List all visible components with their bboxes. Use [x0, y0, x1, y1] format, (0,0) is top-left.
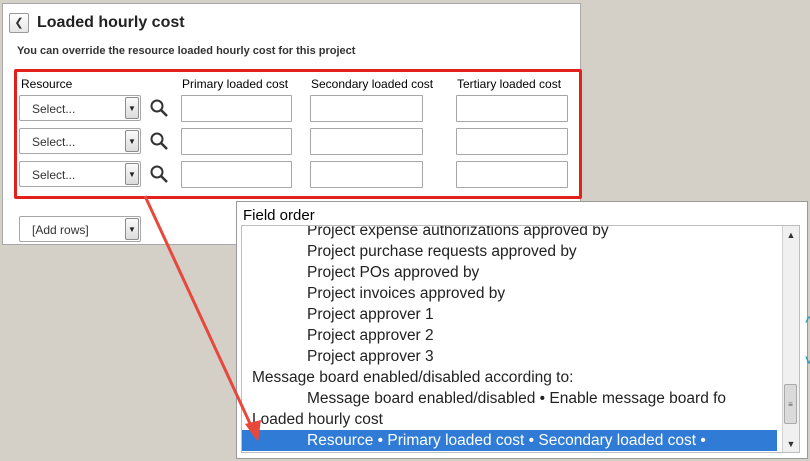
field-order-list: Project expense authorizations approved …: [242, 226, 777, 451]
edge-decoration-icon: ˅: [805, 352, 810, 368]
panel-header: ❮ Loaded hourly cost: [9, 12, 185, 34]
list-item[interactable]: Project approver 3: [242, 346, 777, 367]
scroll-up-icon[interactable]: ▲: [783, 226, 799, 243]
list-item[interactable]: Project expense authorizations approved …: [242, 226, 777, 241]
list-item[interactable]: Project approver 2: [242, 325, 777, 346]
field-order-panel: Field order Project expense authorizatio…: [236, 201, 808, 459]
dropdown-arrow-icon[interactable]: ▼: [125, 218, 139, 240]
list-item[interactable]: Project invoices approved by: [242, 283, 777, 304]
field-order-title: Field order: [243, 207, 315, 224]
scrollbar[interactable]: ▲ ≡ ▼: [782, 226, 799, 452]
highlight-box: [14, 69, 582, 199]
list-item[interactable]: Project POs approved by: [242, 262, 777, 283]
list-item[interactable]: Message board enabled/disabled • Enable …: [242, 388, 777, 409]
add-rows-label: [Add rows]: [32, 223, 89, 237]
add-rows-select[interactable]: [Add rows] ▼: [19, 216, 141, 242]
list-item[interactable]: Project approver 1: [242, 304, 777, 325]
list-item[interactable]: Loaded hourly cost: [242, 409, 777, 430]
scrollbar-thumb[interactable]: ≡: [784, 384, 797, 424]
panel-subtitle: You can override the resource loaded hou…: [17, 45, 356, 57]
field-order-listbox[interactable]: Project expense authorizations approved …: [241, 225, 800, 453]
scroll-down-icon[interactable]: ▼: [783, 435, 799, 452]
list-item[interactable]: Project purchase requests approved by: [242, 241, 777, 262]
panel-title: Loaded hourly cost: [37, 14, 185, 31]
list-item[interactable]: Message board enabled/disabled according…: [242, 367, 777, 388]
list-item-selected[interactable]: Resource • Primary loaded cost • Seconda…: [242, 430, 777, 451]
double-chevron-up-icon[interactable]: ❮: [9, 13, 29, 33]
edge-decoration-icon: ^: [805, 313, 810, 329]
